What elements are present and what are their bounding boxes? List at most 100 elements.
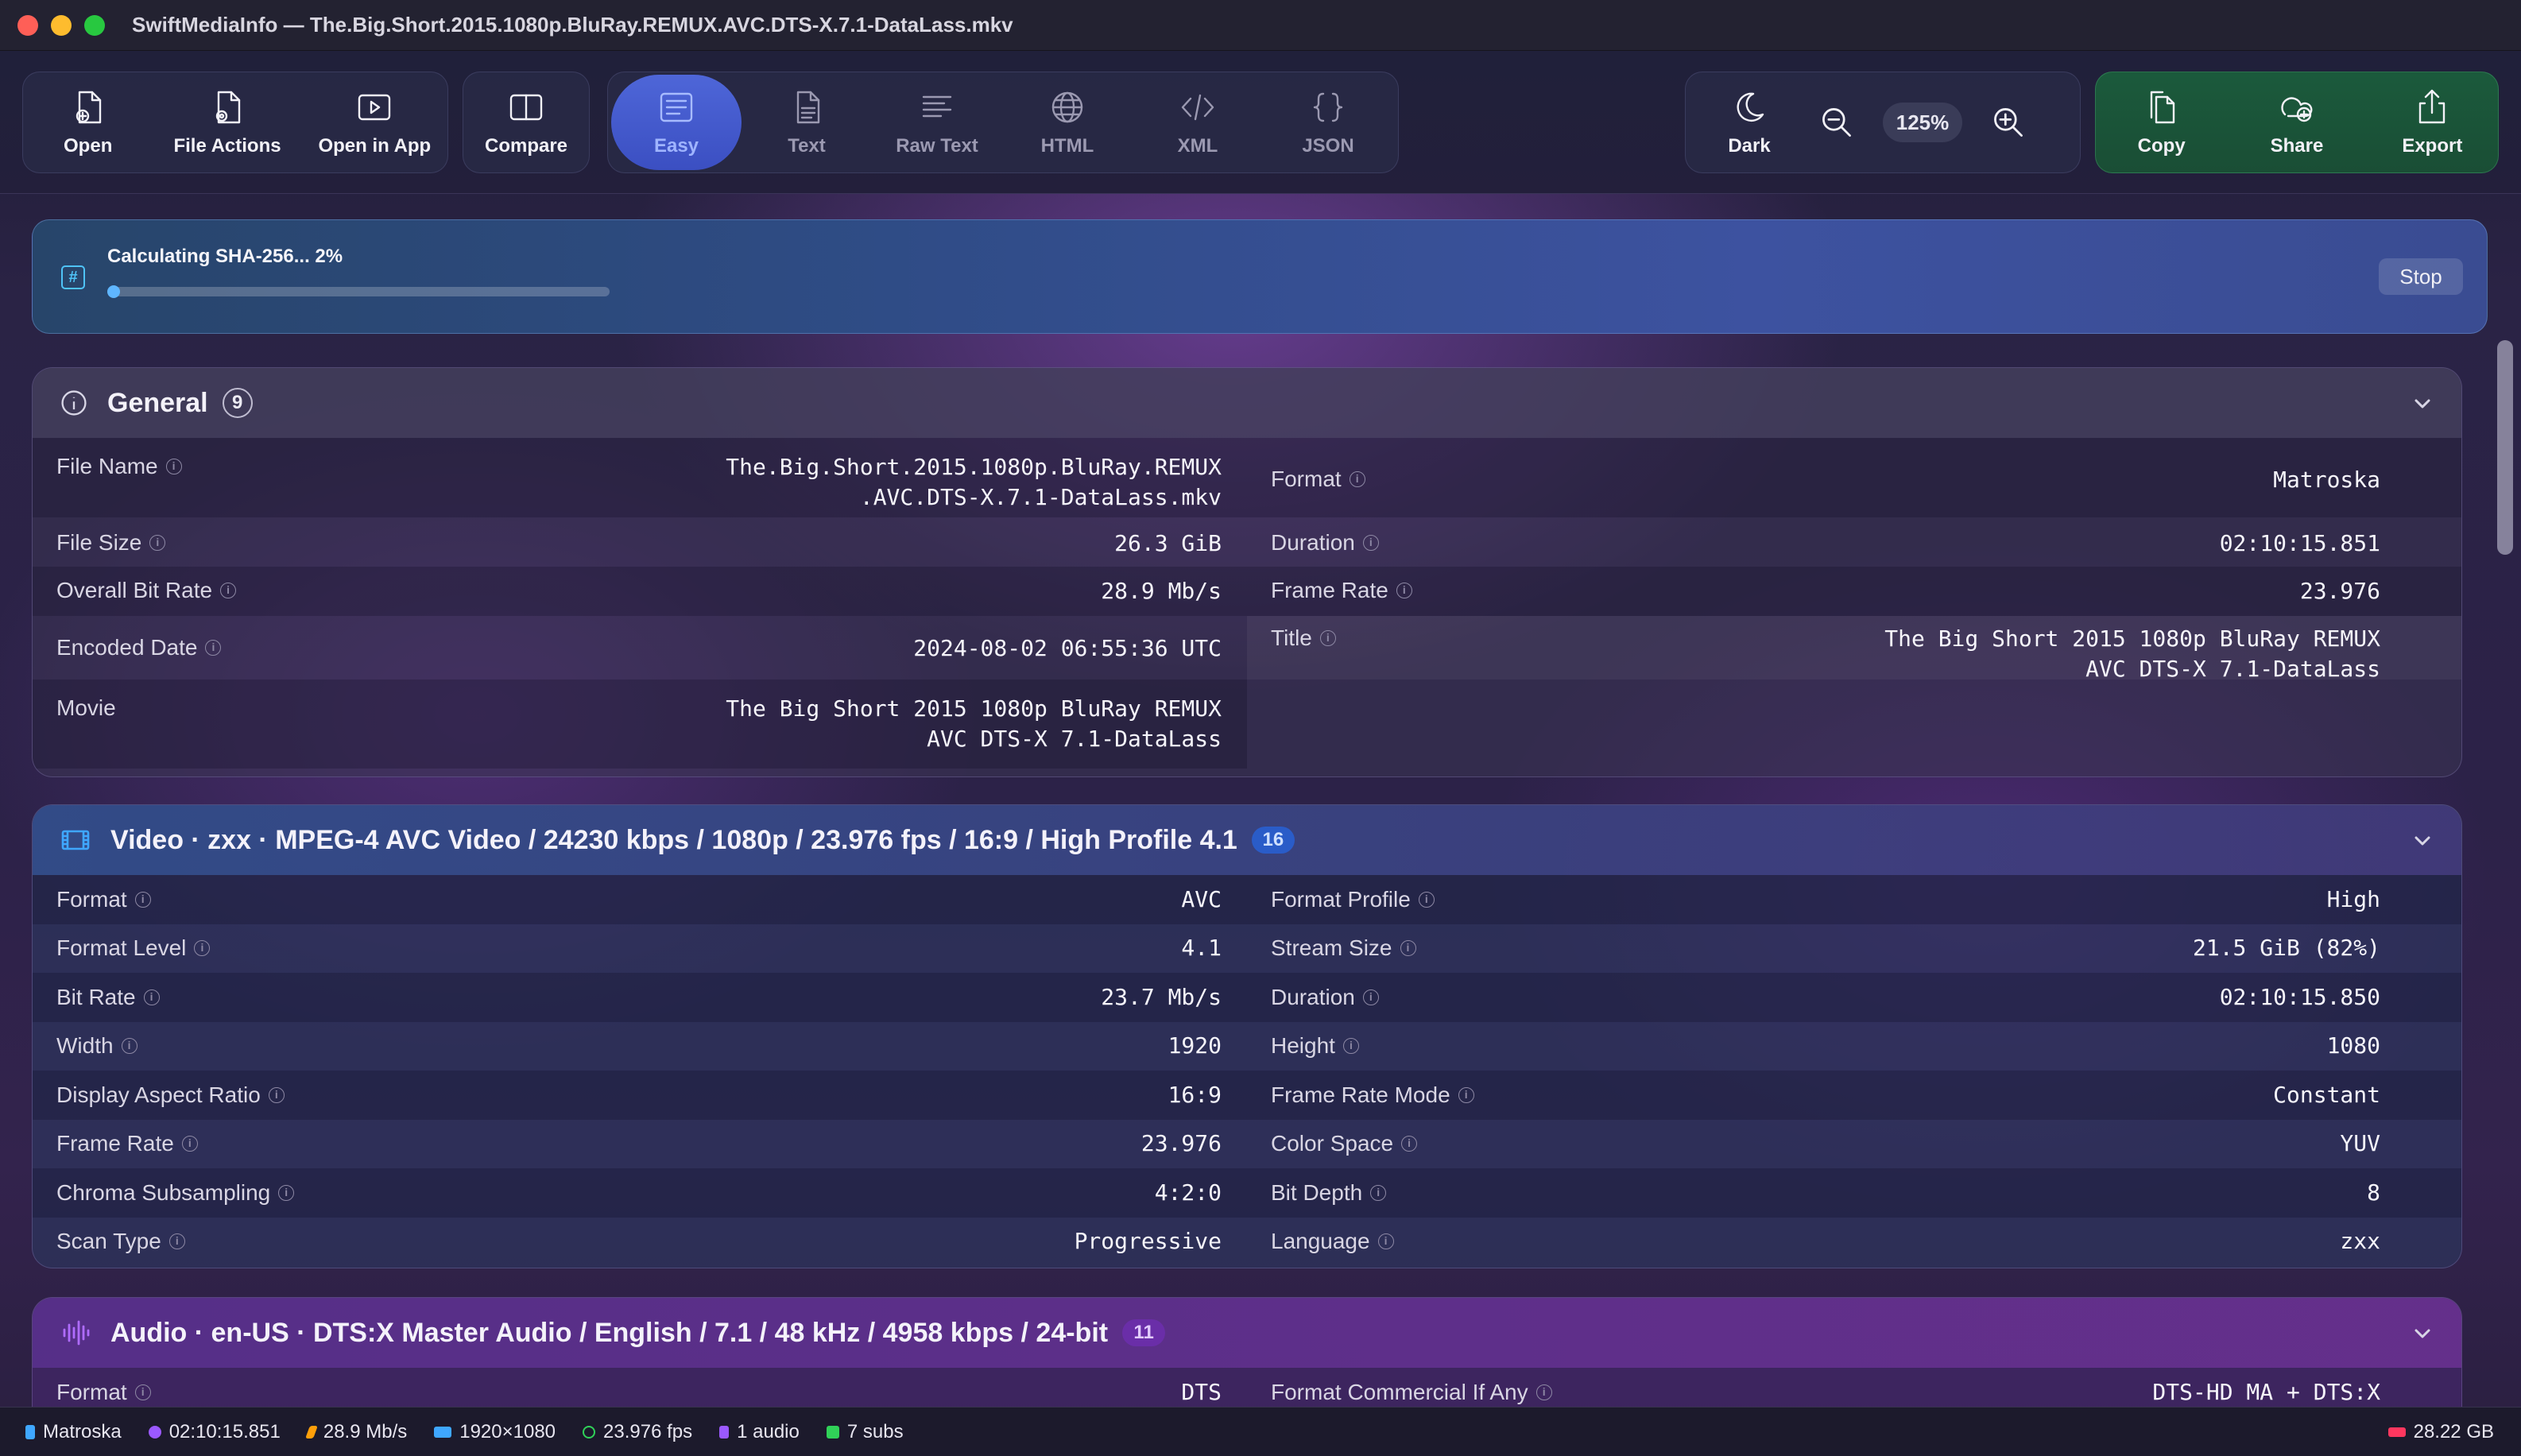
field-value: 2024-08-02 06:55:36 UTC	[913, 635, 1222, 661]
field-label: Encoded Date	[56, 635, 198, 660]
zoom-level-pill: 125%	[1883, 103, 1962, 142]
view-text-tab[interactable]: Text	[742, 72, 872, 172]
info-icon[interactable]: i	[149, 535, 166, 551]
video-title: Video · zxx · MPEG-4 AVC Video / 24230 k…	[110, 824, 1237, 855]
export-button[interactable]: Export	[2367, 72, 2498, 172]
window-title: SwiftMediaInfo — The.Big.Short.2015.1080…	[132, 13, 1013, 37]
field-label: Duration	[1271, 984, 1355, 1009]
compare-button[interactable]: Compare	[463, 72, 589, 172]
zoom-in-icon	[1994, 108, 2023, 137]
field-row: Format i Matroska	[1247, 438, 2461, 517]
info-icon[interactable]: i	[168, 1233, 185, 1250]
share-button[interactable]: Share	[2227, 72, 2366, 172]
progress-fill	[107, 285, 120, 298]
speech-bubble-icon	[826, 1425, 839, 1439]
field-label: Format	[1271, 467, 1342, 491]
collapse-audio-button[interactable]	[2411, 1322, 2434, 1346]
field-row: Movie The Big Short 2015 1080p BluRay RE…	[33, 680, 1247, 769]
info-icon[interactable]: i	[194, 940, 211, 957]
status-container: Matroska	[25, 1421, 122, 1443]
field-row: Color Space i YUV	[1247, 1120, 2461, 1169]
window-controls	[17, 14, 105, 36]
info-icon[interactable]: i	[220, 583, 237, 598]
info-icon[interactable]: i	[1377, 1233, 1394, 1250]
view-html-label: HTML	[1040, 135, 1094, 157]
info-icon[interactable]: i	[1535, 1384, 1552, 1400]
status-audio-text: 1 audio	[737, 1420, 800, 1442]
field-row: Overall Bit Rate i 28.9 Mb/s	[33, 567, 1247, 616]
info-icon[interactable]: i	[165, 459, 182, 474]
file-group: Open File Actions Open in App	[22, 72, 448, 173]
field-value: zxx	[2340, 1228, 2380, 1255]
info-icon[interactable]: i	[1319, 630, 1336, 646]
info-icon[interactable]: i	[1349, 471, 1365, 487]
field-row: Language i zxx	[1247, 1218, 2461, 1267]
view-xml-tab[interactable]: XML	[1133, 72, 1263, 172]
info-icon[interactable]: i	[1396, 583, 1412, 598]
general-left-column: File Name i The.Big.Short.2015.1080p.BluR…	[33, 438, 1247, 769]
view-html-tab[interactable]: HTML	[1002, 72, 1133, 172]
field-label: Chroma Subsampling	[56, 1179, 271, 1205]
field-label: Format	[56, 886, 127, 912]
info-icon[interactable]: i	[134, 891, 151, 908]
view-easy-tab[interactable]: Easy	[611, 75, 742, 170]
speedometer-icon	[583, 1425, 596, 1439]
zoom-window-button[interactable]	[84, 14, 105, 36]
copy-button[interactable]: Copy	[2096, 72, 2227, 172]
field-value: Constant	[2273, 1081, 2380, 1108]
view-json-tab[interactable]: JSON	[1263, 72, 1393, 172]
open-button[interactable]: Open	[23, 72, 153, 172]
info-icon[interactable]: i	[205, 640, 222, 656]
info-icon[interactable]: i	[1458, 1086, 1474, 1103]
info-icon[interactable]: i	[278, 1184, 295, 1201]
video-section: Video · zxx · MPEG-4 AVC Video / 24230 k…	[32, 804, 2462, 1268]
view-raw-text-tab[interactable]: Raw Text	[872, 72, 1002, 172]
collapse-video-button[interactable]	[2411, 829, 2434, 853]
close-window-button[interactable]	[17, 14, 38, 36]
info-icon[interactable]: i	[134, 1384, 151, 1400]
collapse-general-button[interactable]	[2411, 392, 2434, 416]
field-value: 16:9	[1168, 1081, 1222, 1108]
dark-mode-label: Dark	[1728, 135, 1771, 157]
info-icon[interactable]: i	[1342, 1038, 1359, 1055]
compare-group: Compare	[463, 72, 590, 173]
file-actions-button[interactable]: File Actions	[153, 72, 301, 172]
field-label: Format Commercial If Any	[1271, 1380, 1528, 1404]
field-label: Display Aspect Ratio	[56, 1082, 261, 1107]
zoom-out-button[interactable]	[1813, 104, 1861, 141]
info-icon[interactable]: i	[1401, 1136, 1418, 1152]
curly-braces-icon	[1313, 92, 1343, 122]
info-icon[interactable]: i	[1362, 535, 1379, 551]
minimize-window-button[interactable]	[51, 14, 72, 36]
audio-header[interactable]: Audio · en-US · DTS:X Master Audio / Eng…	[33, 1298, 2461, 1368]
open-in-app-button[interactable]: Open in App	[302, 72, 447, 172]
zoom-in-button[interactable]	[1985, 104, 2032, 141]
info-icon[interactable]: i	[1418, 891, 1435, 908]
video-right-column: Format Profile i High Stream Size i 21.5 GiB …	[1247, 875, 2461, 1266]
file-icon	[25, 1424, 35, 1439]
field-row: Stream Size i 21.5 GiB (82%)	[1247, 924, 2461, 974]
dark-mode-button[interactable]: Dark	[1686, 72, 1813, 172]
video-left-column: Format i AVC Format Level i 4.1 Bit Rate i 23.7 …	[33, 875, 1247, 1266]
chevron-down-icon	[2415, 836, 2430, 846]
field-row: Format Profile i High	[1247, 875, 2461, 924]
info-icon[interactable]: i	[121, 1038, 137, 1055]
field-label: File Size	[56, 530, 142, 555]
field-row: File Size i 26.3 GiB	[33, 517, 1247, 567]
open-file-icon	[76, 91, 101, 124]
general-header[interactable]: General 9	[33, 368, 2461, 438]
field-label: Scan Type	[56, 1229, 161, 1254]
video-header[interactable]: Video · zxx · MPEG-4 AVC Video / 24230 k…	[33, 805, 2461, 875]
info-icon[interactable]: i	[143, 989, 160, 1005]
zoom-level: 125%	[1861, 103, 1985, 142]
info-icon[interactable]: i	[1400, 940, 1416, 957]
status-bitrate-text: 28.9 Mb/s	[323, 1420, 408, 1442]
appearance-group: Dark 125%	[1685, 72, 2081, 173]
info-icon[interactable]: i	[268, 1086, 285, 1103]
info-icon[interactable]: i	[181, 1136, 198, 1152]
info-icon[interactable]: i	[1362, 989, 1379, 1005]
stop-button[interactable]: Stop	[2379, 258, 2463, 295]
info-icon[interactable]: i	[1370, 1184, 1387, 1201]
field-row: Format i AVC	[33, 875, 1247, 924]
scrollbar-thumb[interactable]	[2497, 340, 2513, 555]
